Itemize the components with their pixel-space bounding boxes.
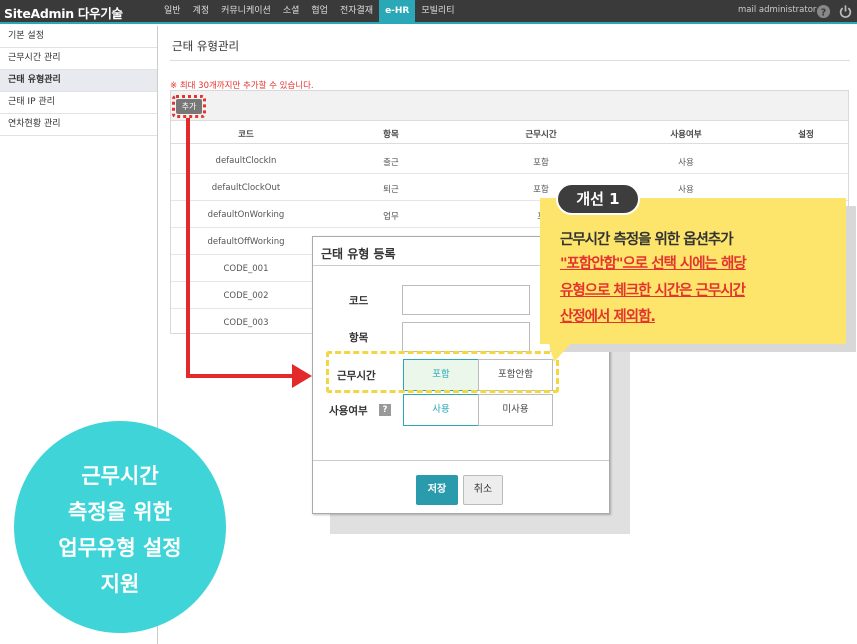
table-header: 코드 항목 근무시간 사용여부 설정 xyxy=(171,122,848,144)
item-input[interactable] xyxy=(402,322,530,352)
arrow-line-vertical xyxy=(186,118,190,378)
add-button[interactable]: 추가 xyxy=(176,99,202,114)
cell-code: CODE_002 xyxy=(223,291,269,301)
sidebar-item-attendance-ip[interactable]: 근태 IP 관리 xyxy=(0,92,157,114)
cell-code: CODE_001 xyxy=(223,264,269,274)
cell-usage: 사용 xyxy=(678,185,694,195)
nav-item-account[interactable]: 계정 xyxy=(187,0,216,24)
code-input[interactable] xyxy=(402,285,530,315)
sidebar-item-attendance-type[interactable]: 근태 유형관리 xyxy=(0,70,157,92)
svg-text:?: ? xyxy=(821,7,826,18)
cell-usage: 사용 xyxy=(678,158,694,168)
nav-item-ehr[interactable]: e-HR xyxy=(379,0,416,24)
modal-footer-divider xyxy=(313,460,609,461)
screen: SiteAdmin 다우기술 일반 계정 커뮤니케이션 소셜 협업 전자결재 e… xyxy=(0,0,857,644)
cell-item: 출근 xyxy=(383,158,399,168)
nav-item-mobility[interactable]: 모빌리티 xyxy=(415,0,460,24)
table-toolbar: 추가 xyxy=(171,91,848,121)
callout-line: 산정에서 제외함. xyxy=(560,309,656,325)
power-icon[interactable] xyxy=(838,4,853,19)
admin-user[interactable]: mail administrator xyxy=(738,5,816,15)
title-divider xyxy=(170,60,850,61)
callout-tail xyxy=(548,340,574,362)
help-icon[interactable]: ? xyxy=(816,4,831,19)
header-code: 코드 xyxy=(238,130,254,140)
nav-item-collaboration[interactable]: 협업 xyxy=(305,0,334,24)
circle-text: 측정을 위한 xyxy=(68,500,172,524)
cell-worktime: 포함 xyxy=(533,158,549,168)
callout-line: "포함안함"으로 선택 시에는 해당 xyxy=(560,256,747,272)
nav-item-social[interactable]: 소셜 xyxy=(277,0,306,24)
callout-line: 근무시간 측정을 위한 옵션추가 xyxy=(560,232,734,248)
header-usage: 사용여부 xyxy=(670,130,702,140)
header-settings: 설정 xyxy=(798,130,814,140)
circle-text: 지원 xyxy=(100,572,140,596)
top-bar: SiteAdmin 다우기술 일반 계정 커뮤니케이션 소셜 협업 전자결재 e… xyxy=(0,0,857,24)
table-row[interactable]: defaultClockIn 출근 포함 사용 xyxy=(171,147,848,174)
circle-text: 업무유형 설정 xyxy=(58,536,182,560)
main-nav: 일반 계정 커뮤니케이션 소셜 협업 전자결재 e-HR 모빌리티 xyxy=(158,0,461,24)
item-label: 항목 xyxy=(349,332,369,344)
page-title: 근태 유형관리 xyxy=(172,39,240,53)
circle-text: 근무시간 xyxy=(81,464,159,488)
modal-title: 근태 유형 등록 xyxy=(321,247,396,261)
sidebar-item-annual-leave[interactable]: 연차현황 관리 xyxy=(0,114,157,136)
cell-item: 퇴근 xyxy=(383,185,399,195)
nav-item-approval[interactable]: 전자결재 xyxy=(334,0,379,24)
cell-code: defaultOnWorking xyxy=(207,210,285,220)
improvement-badge: 개선 1 xyxy=(556,183,640,215)
table-row[interactable]: defaultClockOut 퇴근 포함 사용 xyxy=(171,174,848,201)
cancel-button[interactable]: 취소 xyxy=(463,475,503,505)
cell-code: defaultClockIn xyxy=(215,156,277,166)
sidebar-item-worktime[interactable]: 근무시간 관리 xyxy=(0,48,157,70)
arrow-head-icon xyxy=(292,364,312,388)
code-label: 코드 xyxy=(349,295,369,307)
worktime-highlight xyxy=(326,351,559,393)
sidebar-item-basic-settings[interactable]: 기본 설정 xyxy=(0,26,157,48)
brand-logo[interactable]: SiteAdmin 다우기술 xyxy=(4,3,123,22)
callout-line: 유형으로 체크한 시간은 근무시간 xyxy=(560,283,746,299)
arrow-line-horizontal xyxy=(186,374,296,378)
feature-circle xyxy=(14,421,226,633)
cell-code: defaultOffWorking xyxy=(207,237,285,247)
header-item: 항목 xyxy=(383,130,399,140)
save-button[interactable]: 저장 xyxy=(416,475,458,505)
cell-code: CODE_003 xyxy=(223,318,269,328)
usage-on-option[interactable]: 사용 xyxy=(403,394,479,426)
usage-off-option[interactable]: 미사용 xyxy=(478,394,553,426)
help-icon[interactable]: ? xyxy=(379,404,391,416)
nav-item-communication[interactable]: 커뮤니케이션 xyxy=(215,0,277,24)
header-worktime: 근무시간 xyxy=(525,130,557,140)
nav-item-general[interactable]: 일반 xyxy=(158,0,187,24)
cell-code: defaultClockOut xyxy=(211,183,281,193)
usage-label: 사용여부 xyxy=(329,405,368,417)
cell-item: 업무 xyxy=(383,212,399,222)
